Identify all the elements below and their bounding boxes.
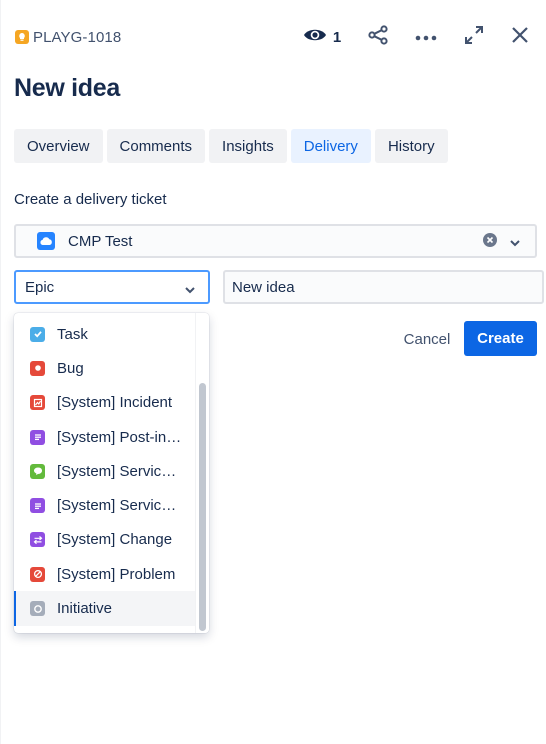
watch-count: 1 (332, 28, 342, 46)
section-label: Create a delivery ticket (14, 191, 167, 208)
project-select[interactable]: CMP Test (14, 224, 537, 258)
bug-icon (30, 360, 45, 376)
issue-key-label: PLAYG-1018 (33, 28, 122, 46)
problem-icon (30, 566, 45, 582)
chevron-down-icon[interactable] (509, 235, 521, 253)
cloud-project-icon (37, 232, 55, 250)
tab-overview[interactable]: Overview (14, 129, 103, 163)
watch-button[interactable]: 1 (300, 22, 344, 52)
clear-icon[interactable] (483, 233, 497, 247)
project-value: CMP Test (68, 232, 133, 250)
menu-item-post-incident-review[interactable]: [System] Post-incident review (14, 420, 196, 454)
menu-item-bug[interactable]: Bug (14, 351, 196, 385)
issue-type-select[interactable]: Epic (14, 270, 210, 304)
menu-item-label: [System] Post-incident review (57, 428, 182, 446)
menu-item-label: Task (57, 325, 88, 343)
scrollbar-thumb[interactable] (199, 383, 206, 631)
menu-item-label: Bug (57, 359, 84, 377)
post-incident-icon (30, 429, 45, 445)
panel-edge (0, 0, 1, 744)
more-icon (415, 28, 437, 46)
share-button[interactable] (364, 22, 392, 52)
tab-delivery[interactable]: Delivery (290, 129, 371, 163)
issue-type-list: Task Bug [System] Incident [System] Post… (14, 317, 196, 626)
menu-item-label: [System] Service request with approvals (57, 497, 182, 515)
chevron-down-icon (184, 282, 196, 300)
issue-key[interactable]: PLAYG-1018 (15, 28, 121, 46)
service-approval-icon (30, 498, 45, 514)
tab-bar: Overview Comments Insights Delivery Hist… (14, 129, 448, 163)
menu-item-label: [System] Problem (57, 565, 176, 583)
page-title[interactable]: New idea (14, 74, 120, 103)
close-button[interactable] (506, 22, 534, 52)
menu-item-label: [System] Service request (57, 462, 182, 480)
initiative-icon (30, 601, 45, 617)
menu-item-change[interactable]: [System] Change (14, 523, 196, 557)
tab-comments[interactable]: Comments (106, 129, 206, 163)
lightbulb-icon (15, 30, 29, 44)
cancel-button[interactable]: Cancel (392, 322, 462, 356)
more-actions-button[interactable] (412, 22, 440, 52)
tab-history[interactable]: History (374, 129, 448, 163)
summary-input[interactable] (223, 270, 544, 304)
create-button[interactable]: Create (464, 321, 537, 356)
menu-item-initiative[interactable]: Initiative (14, 591, 196, 626)
eye-icon (303, 27, 327, 48)
close-icon (511, 26, 529, 49)
menu-item-problem[interactable]: [System] Problem (14, 557, 196, 591)
expand-button[interactable] (460, 22, 488, 52)
issue-type-menu: Task Bug [System] Incident [System] Post… (14, 313, 209, 633)
change-icon (30, 532, 45, 548)
menu-item-incident[interactable]: [System] Incident (14, 386, 196, 420)
service-request-icon (30, 463, 45, 479)
tab-insights[interactable]: Insights (209, 129, 287, 163)
task-icon (30, 326, 45, 342)
menu-item-service-request-approvals[interactable]: [System] Service request with approvals (14, 488, 196, 522)
share-icon (367, 24, 389, 51)
menu-item-label: Initiative (57, 600, 113, 618)
menu-item-task[interactable]: Task (14, 317, 196, 351)
menu-item-service-request[interactable]: [System] Service request (14, 454, 196, 488)
issue-type-value: Epic (25, 278, 55, 296)
menu-item-label: [System] Incident (57, 394, 173, 412)
menu-item-label: [System] Change (57, 531, 173, 549)
expand-icon (464, 25, 484, 50)
menu-scrollbar[interactable] (195, 313, 209, 633)
incident-icon (30, 395, 45, 411)
